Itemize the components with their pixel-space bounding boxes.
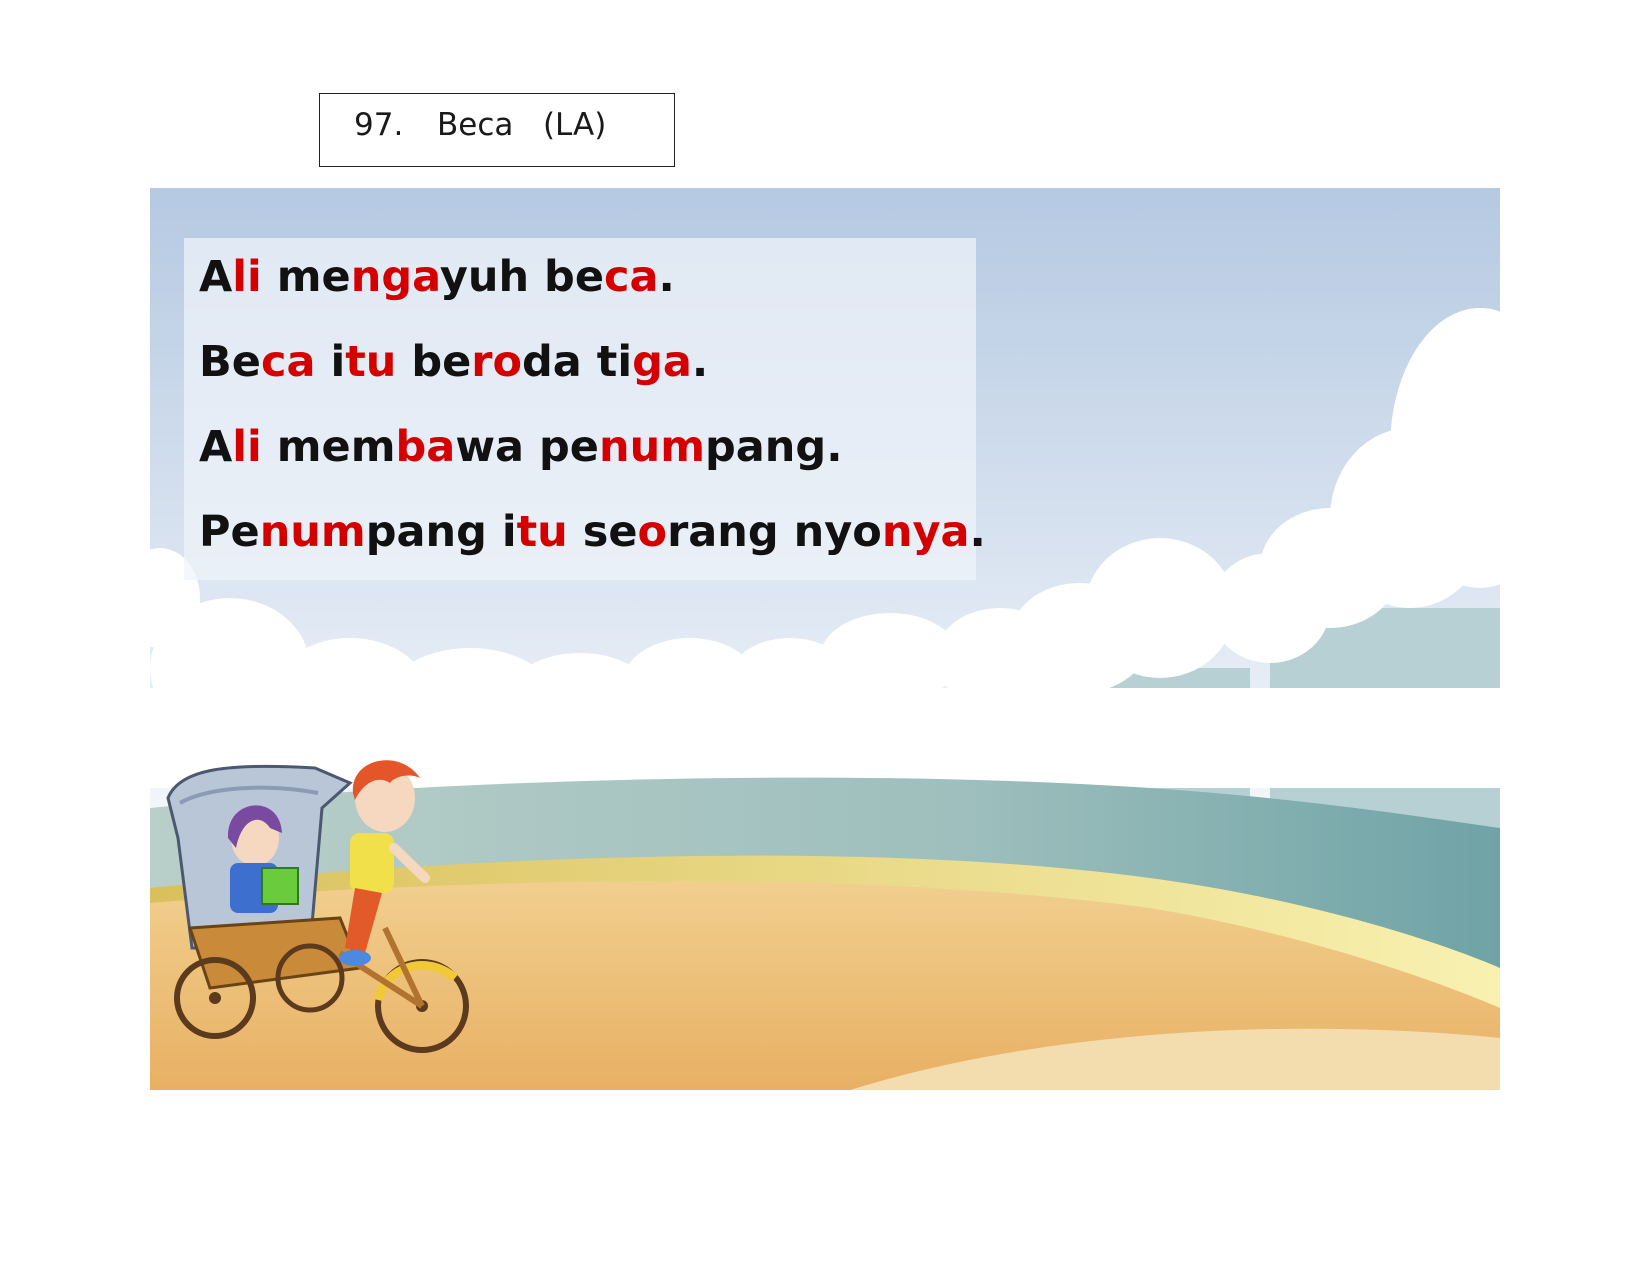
plain-text: pang i [365,507,517,557]
title-number: 97. [354,107,404,143]
highlighted-syllable: li [232,252,262,302]
highlighted-syllable: nya [881,507,970,557]
plain-text: . [969,507,986,557]
highlighted-syllable: num [598,422,705,472]
highlighted-syllable: ca [260,337,316,387]
plain-text: A [199,252,233,302]
plain-text: A [199,422,233,472]
sentence-line: Beca itu beroda tiga. [199,341,708,384]
plain-text: Pe [199,507,260,557]
highlighted-syllable: ro [471,337,523,387]
plain-text: yuh be [439,252,604,302]
title-text: Beca (LA) [437,107,607,143]
sentence-panel: Ali mengayuh beca. Beca itu beroda tiga.… [184,238,986,580]
title-box: 97. Beca (LA) [319,93,675,167]
plain-text: se [567,507,638,557]
highlighted-syllable: ca [603,252,659,302]
highlighted-syllable: li [232,422,262,472]
highlighted-syllable: ga [632,337,692,387]
plain-text: pang. [705,422,843,472]
sentence-line: Ali membawa penumpang. [199,426,843,469]
plain-text: i [315,337,346,387]
illustration-scene: Ali mengayuh beca. Beca itu beroda tiga.… [150,188,1500,1090]
highlighted-syllable: num [259,507,366,557]
highlighted-syllable: tu [516,507,568,557]
sentence-line: Ali mengayuh beca. [199,256,675,299]
plain-text: Be [199,337,261,387]
plain-text: . [691,337,709,387]
plain-text: rang nyo [667,507,882,557]
sentence-line: Penumpang itu seorang nyonya. [199,511,986,554]
plain-text: da ti [522,337,633,387]
highlighted-syllable: tu [345,337,397,387]
plain-text: be [396,337,472,387]
highlighted-syllable: o [637,507,668,557]
highlighted-syllable: nga [350,252,440,302]
plain-text: wa pe [455,422,599,472]
plain-text: mem [261,422,396,472]
plain-text: . [658,252,675,302]
highlighted-syllable: ba [395,422,456,472]
plain-text: me [261,252,351,302]
